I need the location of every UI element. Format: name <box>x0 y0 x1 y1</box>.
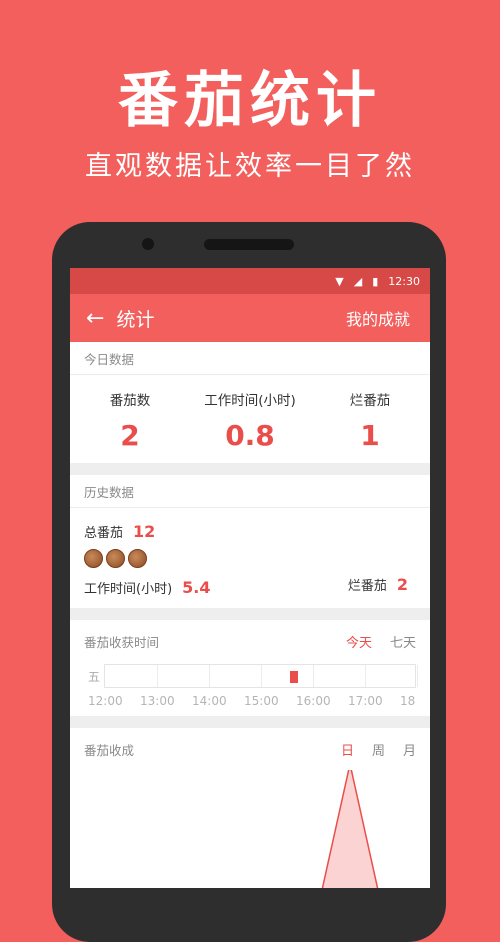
harvest-header: 番茄收成 日 周 月 <box>70 728 430 770</box>
status-bar: ▼ ◢ ▮ 12:30 <box>70 268 430 294</box>
section-divider <box>70 463 430 475</box>
timeline-track <box>104 664 418 688</box>
history-rotten-label: 烂番茄 <box>347 579 387 594</box>
timeline-gridline <box>157 665 158 687</box>
page-title: 统计 <box>116 308 155 331</box>
tab-week[interactable]: 周 <box>372 740 385 759</box>
tomato-icon <box>128 549 147 568</box>
app-screen: ▼ ◢ ▮ 12:30 ← 统计 我的成就 今日数据 番茄数 2 工作时间(小时… <box>70 268 430 888</box>
today-section-label: 今日数据 <box>70 342 430 375</box>
history-section-label: 历史数据 <box>70 475 430 508</box>
timeline-gridline <box>313 665 314 687</box>
history-rotten-value: 2 <box>396 575 408 594</box>
harvest-time-header: 番茄收获时间 今天 七天 <box>70 620 430 662</box>
harvest-timeline: 五 12:00 13:00 14:00 15:00 16:00 17:00 18 <box>70 662 430 716</box>
stat-value: 1 <box>360 419 380 452</box>
timeline-gridline <box>365 665 366 687</box>
timeline-harvest-marker <box>289 671 298 683</box>
tomato-icons <box>84 549 416 568</box>
stat-label: 工作时间(小时) <box>204 393 296 409</box>
timeline-tick-label: 16:00 <box>296 694 331 708</box>
today-work-hours: 工作时间(小时) 0.8 <box>190 375 310 463</box>
signal-icon: ◢ <box>353 274 363 288</box>
history-work-label: 工作时间(小时) <box>84 582 173 597</box>
status-time: 12:30 <box>388 274 420 288</box>
harvest-time-label: 番茄收获时间 <box>84 634 160 650</box>
harvest-time-tabs: 今天 七天 <box>328 632 416 651</box>
harvest-chart-area <box>70 770 430 888</box>
section-divider <box>70 608 430 620</box>
today-rotten-count: 烂番茄 1 <box>310 375 430 463</box>
stat-label: 烂番茄 <box>349 393 391 409</box>
today-stats: 番茄数 2 工作时间(小时) 0.8 烂番茄 1 <box>70 375 430 463</box>
tab-seven-days[interactable]: 七天 <box>390 632 416 651</box>
timeline-tick-label: 18 <box>400 694 416 708</box>
harvest-tabs: 日 周 月 <box>323 740 416 759</box>
timeline-tick-label: 17:00 <box>348 694 383 708</box>
history-total-row: 总番茄 12 <box>84 522 416 541</box>
timeline-tick-label: 15:00 <box>244 694 279 708</box>
history-work-value: 5.4 <box>182 578 211 597</box>
tab-month[interactable]: 月 <box>403 740 416 759</box>
harvest-label: 番茄收成 <box>84 742 135 758</box>
tomato-icon <box>106 549 125 568</box>
tomato-icon <box>84 549 103 568</box>
camera-icon <box>142 238 154 250</box>
timeline-tick-label: 12:00 <box>88 694 123 708</box>
history-total-label: 总番茄 <box>84 526 124 541</box>
achievements-button[interactable]: 我的成就 <box>346 306 410 330</box>
timeline-tick-label: 14:00 <box>192 694 227 708</box>
timeline-gridline <box>261 665 262 687</box>
wifi-icon: ▼ <box>335 274 344 288</box>
harvest-area-series <box>321 770 379 888</box>
timeline-gridline <box>417 665 418 687</box>
timeline-gridline <box>209 665 210 687</box>
app-bar: ← 统计 我的成就 <box>70 294 430 342</box>
history-stats: 总番茄 12 工作时间(小时) 5.4 烂番茄 2 <box>70 508 430 608</box>
tab-today[interactable]: 今天 <box>346 632 372 651</box>
promo-subtitle: 直观数据让效率一目了然 <box>85 151 415 182</box>
speaker-grille <box>204 239 294 250</box>
harvest-chart <box>321 770 379 888</box>
today-tomato-count: 番茄数 2 <box>70 375 190 463</box>
stat-value: 2 <box>120 419 140 452</box>
battery-icon: ▮ <box>372 274 379 288</box>
tab-day[interactable]: 日 <box>341 740 354 759</box>
promo-title: 番茄统计 <box>118 66 382 136</box>
timeline-day-label: 五 <box>88 670 101 684</box>
history-rotten-row: 烂番茄 2 <box>348 575 408 594</box>
stat-label: 番茄数 <box>109 393 151 409</box>
history-total-value: 12 <box>133 522 156 541</box>
arrow-left-icon[interactable]: ← <box>86 306 104 331</box>
stat-value: 0.8 <box>225 419 275 452</box>
timeline-tick-label: 13:00 <box>140 694 175 708</box>
section-divider <box>70 716 430 728</box>
